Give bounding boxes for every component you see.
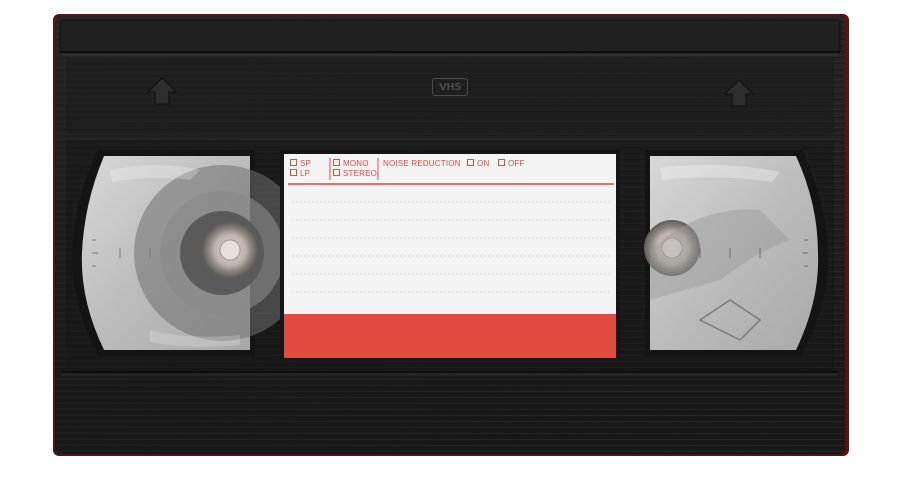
- label-mono-option: MONO: [333, 159, 369, 168]
- off-text: OFF: [507, 159, 525, 168]
- label-noise-reduction: NOISE REDUCTION ON OFF: [383, 159, 525, 168]
- checkbox-icon: [333, 169, 340, 177]
- checkbox-icon: [290, 159, 297, 167]
- label-red-band: [284, 314, 616, 358]
- lp-text: LP: [300, 169, 311, 178]
- vhs-logo: VHS: [432, 78, 468, 96]
- checkbox-icon: [333, 159, 340, 167]
- label-stereo-option: STEREO: [333, 169, 377, 178]
- stereo-text: STEREO: [343, 169, 378, 178]
- checkbox-icon: [290, 169, 297, 177]
- noise-reduction-text: NOISE REDUCTION: [383, 159, 461, 168]
- label-sp-option: SP: [290, 159, 311, 168]
- cassette-label: [284, 154, 616, 358]
- sp-text: SP: [300, 159, 312, 168]
- label-lp-option: LP: [290, 169, 310, 178]
- cassette-body: [53, 14, 849, 456]
- on-text: ON: [477, 159, 490, 168]
- checkbox-icon: [497, 159, 505, 167]
- checkbox-icon: [467, 159, 475, 167]
- top-flap: [59, 19, 841, 53]
- vhs-cassette-photo: VHS SP LP MONO STEREO NOISE REDUCTION ON…: [0, 0, 900, 475]
- right-reel-window: [644, 150, 829, 356]
- mono-text: MONO: [343, 159, 369, 168]
